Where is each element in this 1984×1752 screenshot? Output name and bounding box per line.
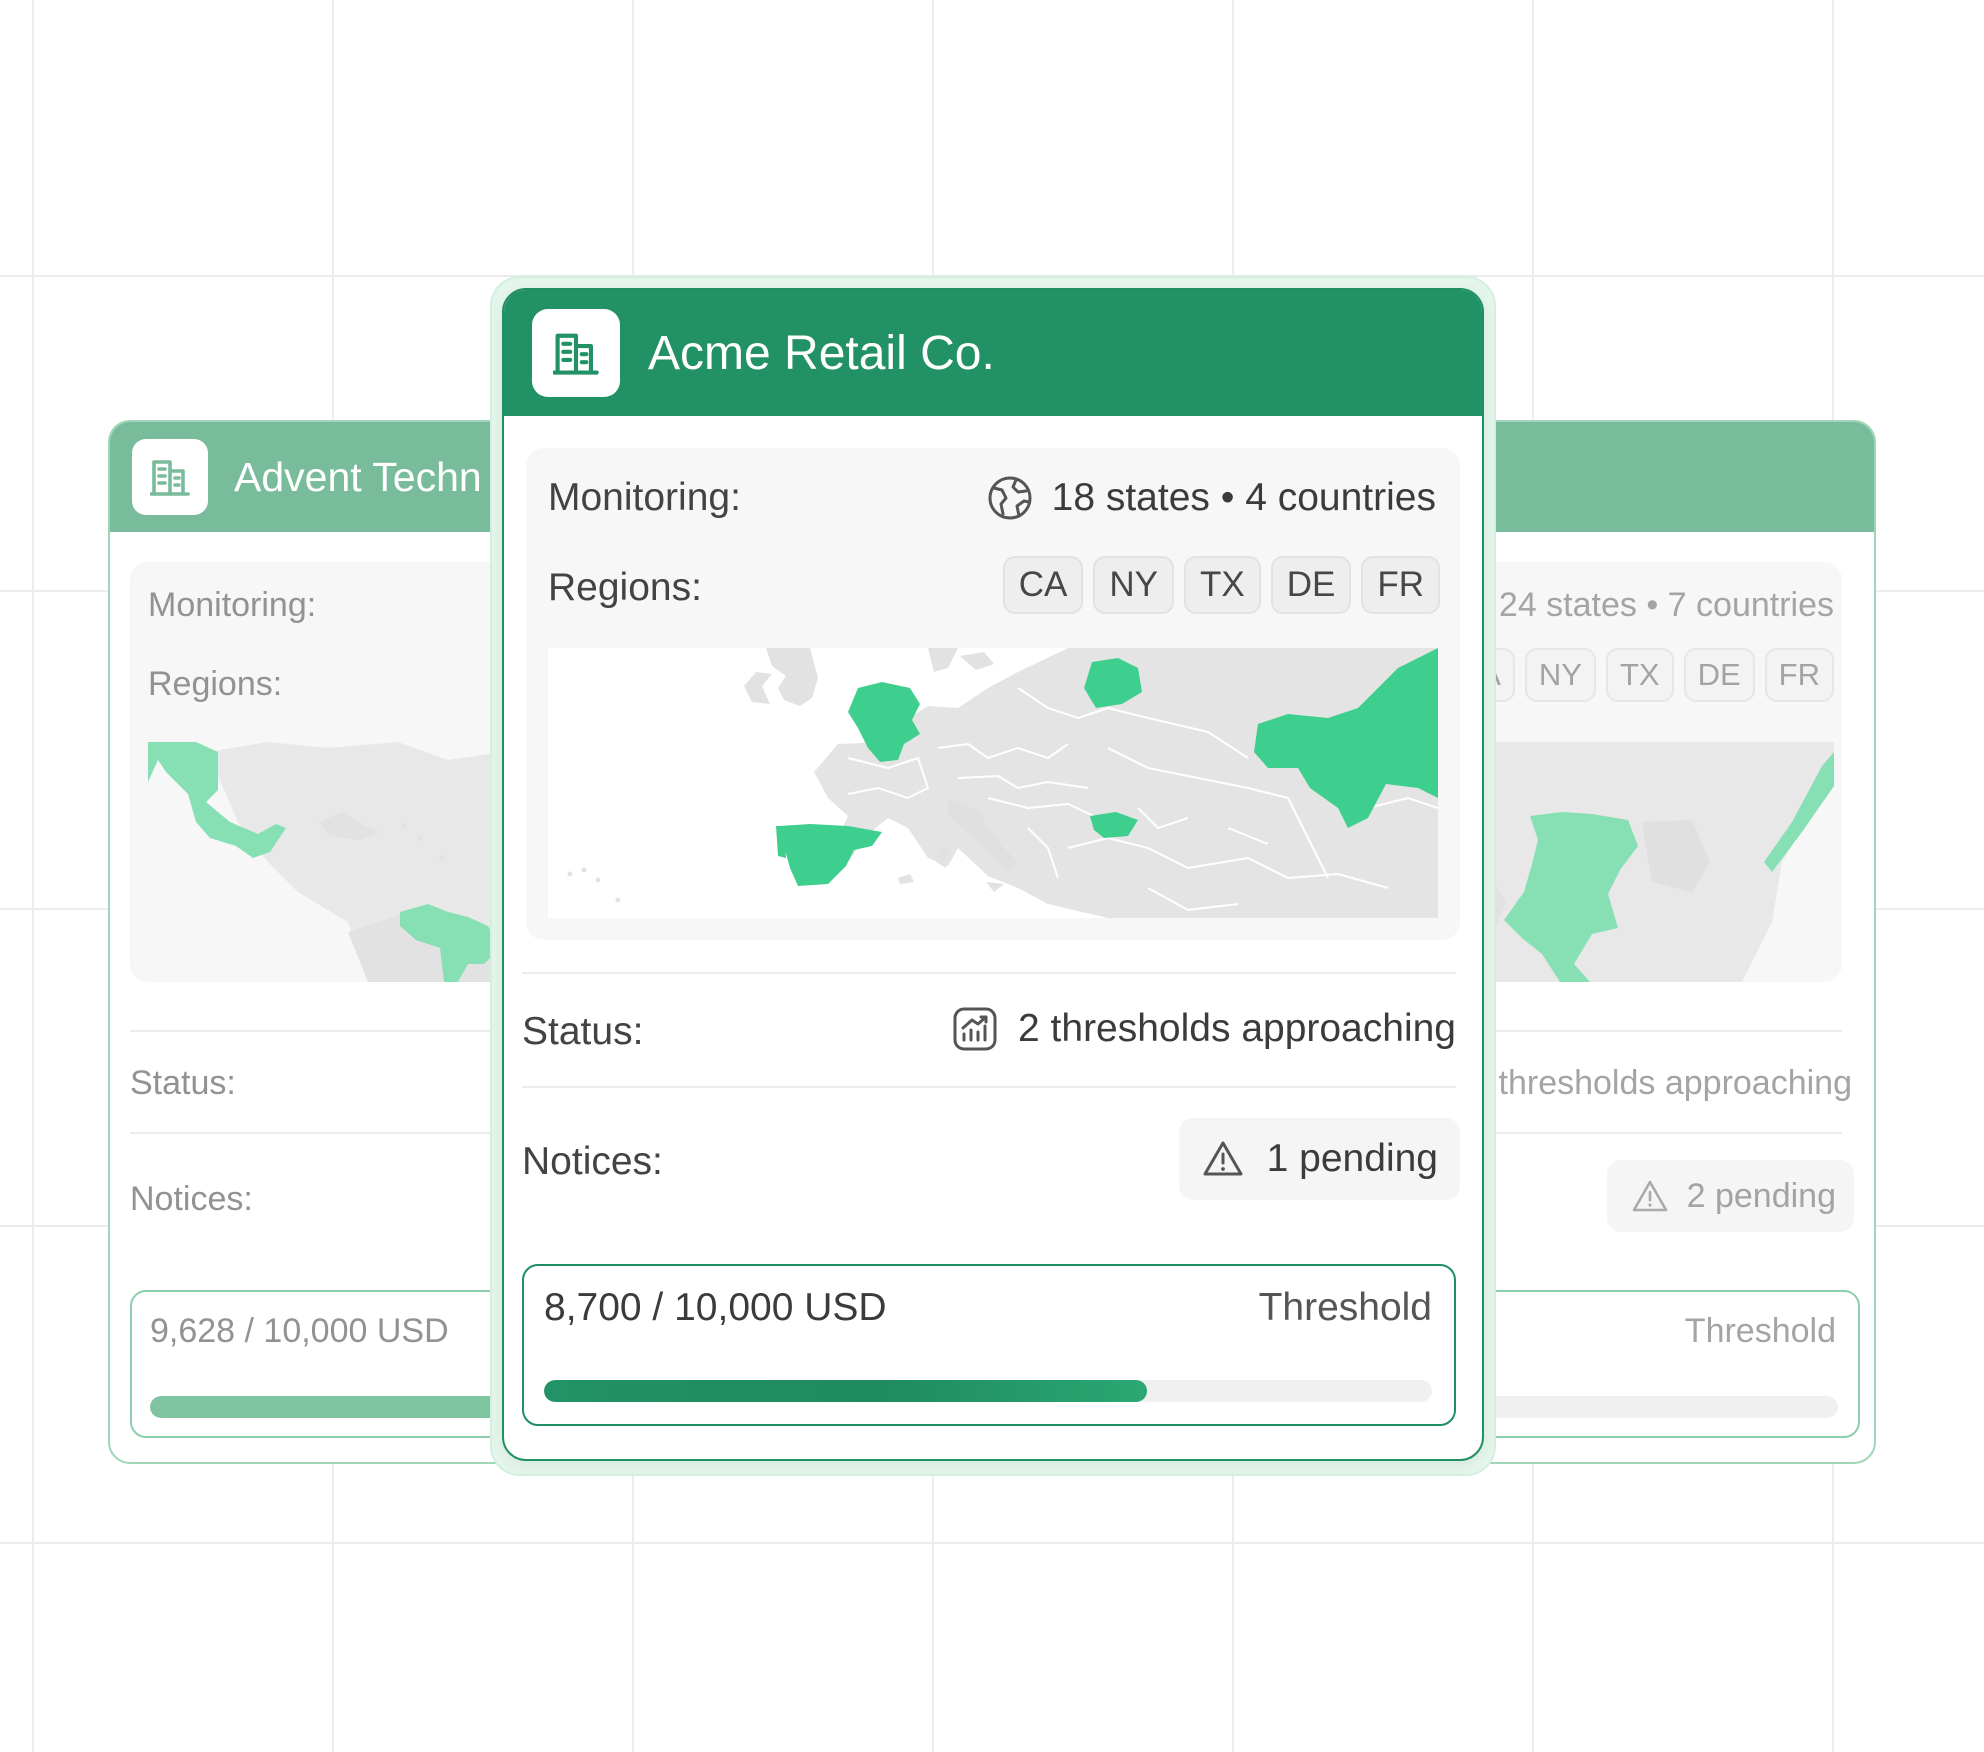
region-chip[interactable]: DE	[1683, 648, 1755, 702]
threshold-label: Threshold	[1684, 1312, 1836, 1350]
region-map	[148, 742, 546, 982]
region-chip-de[interactable]: DE	[1270, 556, 1352, 614]
monitoring-panel: Monitoring: Regions:	[130, 562, 546, 982]
warning-icon	[1632, 1180, 1667, 1212]
company-card-acme[interactable]: Acme Retail Co. Monitoring: 18 states • …	[502, 288, 1484, 1461]
company-card-advent[interactable]: Advent Techn Monitoring: Regions: Status…	[108, 420, 548, 1464]
notices-value: 1 pending	[1266, 1137, 1438, 1180]
status-label: Status:	[522, 1010, 644, 1053]
region-chip[interactable]: TX	[1605, 648, 1674, 702]
region-chip-ca[interactable]: CA	[1002, 556, 1084, 614]
status-summary: 2 thresholds approaching	[952, 1006, 1456, 1052]
chart-trend-icon	[953, 1007, 997, 1051]
status-value: 2 thresholds approaching	[1470, 1064, 1852, 1102]
region-chip-ny[interactable]: NY	[1093, 556, 1174, 614]
region-chips: CA NY TX DE FR	[1443, 648, 1834, 702]
threshold-box: Threshold	[1442, 1290, 1860, 1438]
warning-icon	[1203, 1141, 1243, 1176]
monitoring-value: 18 states • 4 countries	[1051, 476, 1436, 519]
threshold-amount: 8,700 / 10,000 USD	[544, 1286, 887, 1329]
company-card-right[interactable]: 24 states • 7 countries CA NY TX DE FR 2…	[1440, 420, 1876, 1464]
threshold-progress	[150, 1396, 546, 1418]
status-value: 2 thresholds approaching	[1018, 1007, 1456, 1050]
company-name: Acme Retail Co.	[648, 326, 995, 380]
card-header: Acme Retail Co.	[504, 290, 1482, 416]
notices-badge[interactable]: 1 pending	[1178, 1118, 1460, 1200]
region-chips: CA NY TX DE FR	[1002, 556, 1440, 614]
region-chip-tx[interactable]: TX	[1183, 556, 1261, 614]
monitoring-summary: 18 states • 4 countries	[986, 474, 1436, 522]
regions-label: Regions:	[548, 566, 702, 609]
threshold-amount: 9,628 / 10,000 USD	[150, 1312, 449, 1350]
notices-label: Notices:	[130, 1180, 253, 1218]
region-chip[interactable]: NY	[1524, 648, 1596, 702]
threshold-progress	[544, 1380, 1432, 1402]
notices-badge[interactable]: 2 pending	[1606, 1160, 1854, 1232]
region-chip[interactable]: FR	[1764, 648, 1834, 702]
threshold-box: 8,700 / 10,000 USD Threshold	[522, 1264, 1456, 1426]
threshold-progress	[1442, 1396, 1838, 1418]
region-chip-fr[interactable]: FR	[1361, 556, 1440, 614]
building-icon	[132, 439, 208, 515]
notices-value: 2 pending	[1686, 1176, 1836, 1215]
region-map	[1442, 742, 1834, 982]
monitoring-panel: Monitoring: 18 states • 4 countries Regi…	[526, 448, 1460, 940]
monitoring-label: Monitoring:	[148, 586, 317, 624]
globe-icon	[988, 476, 1032, 520]
notices-label: Notices:	[522, 1140, 663, 1183]
region-map-europe	[548, 648, 1438, 918]
threshold-box: 9,628 / 10,000 USD	[130, 1290, 546, 1438]
monitoring-panel: 24 states • 7 countries CA NY TX DE FR	[1442, 562, 1842, 982]
threshold-label: Threshold	[1258, 1286, 1432, 1329]
card-header	[1442, 422, 1874, 532]
monitoring-value: 24 states • 7 countries	[1498, 586, 1834, 624]
card-header: Advent Techn	[110, 422, 546, 532]
regions-label: Regions:	[148, 665, 283, 703]
building-icon	[532, 309, 620, 397]
status-label: Status:	[130, 1064, 236, 1102]
monitoring-label: Monitoring:	[548, 476, 741, 519]
company-name: Advent Techn	[234, 453, 482, 500]
